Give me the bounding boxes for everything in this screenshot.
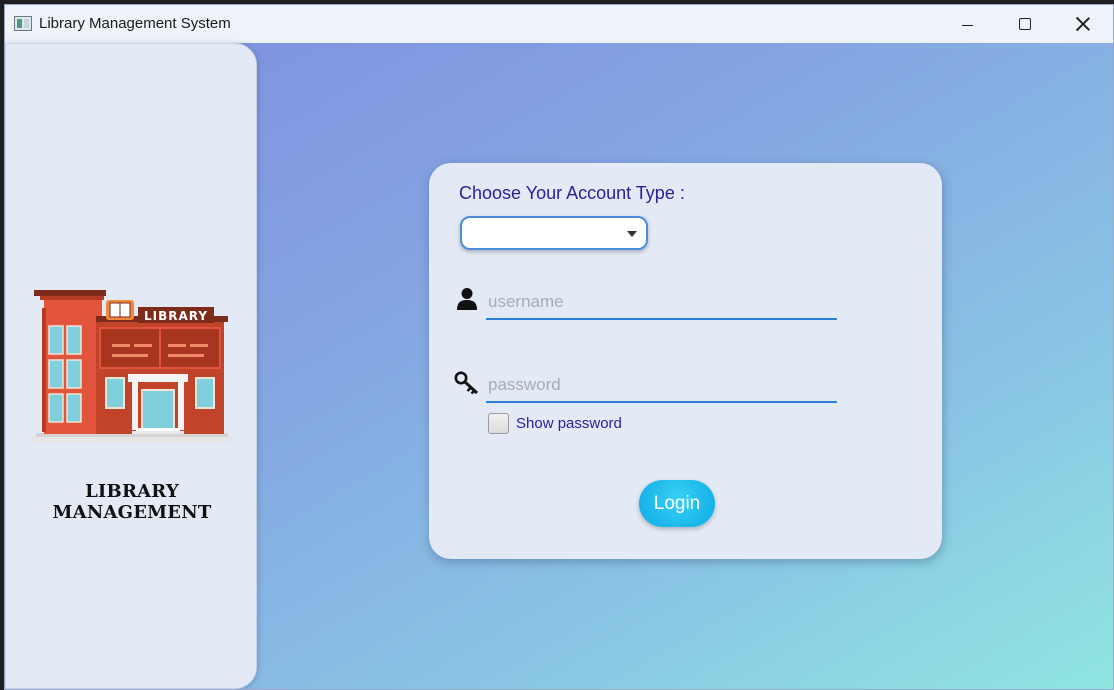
show-password-label: Show password (516, 415, 622, 432)
sidebar-panel: LIBRARY LIBRARY MANAGEMENT (5, 43, 257, 689)
login-card: Choose Your Account Type : Show password (429, 163, 942, 559)
maximize-button[interactable] (996, 5, 1054, 43)
brand-title: LIBRARY MANAGEMENT (52, 481, 212, 523)
chevron-down-icon (627, 231, 637, 237)
maximize-icon (1019, 18, 1031, 30)
library-sign-text: LIBRARY (144, 309, 208, 323)
password-field[interactable] (486, 369, 837, 403)
login-button[interactable]: Login (639, 480, 715, 527)
minimize-button[interactable] (938, 5, 996, 43)
account-type-select[interactable] (460, 216, 648, 250)
main-content: LIBRARY LIBRARY MANAGEMENT Choose Your A… (5, 43, 1113, 689)
title-bar: Library Management System (5, 5, 1113, 43)
show-password-toggle[interactable]: Show password (488, 413, 622, 434)
library-building-icon: LIBRARY (32, 290, 232, 442)
account-type-label: Choose Your Account Type : (459, 183, 685, 203)
show-password-checkbox[interactable] (488, 413, 509, 434)
window-title: Library Management System (39, 15, 231, 32)
username-field[interactable] (486, 286, 837, 320)
app-icon (14, 16, 32, 31)
key-icon (454, 371, 479, 395)
minimize-icon (961, 24, 973, 26)
app-window: Library Management System LIBRARY LIBRAR… (4, 4, 1114, 690)
user-icon (457, 288, 477, 310)
close-icon (1076, 17, 1090, 31)
close-button[interactable] (1054, 5, 1112, 43)
